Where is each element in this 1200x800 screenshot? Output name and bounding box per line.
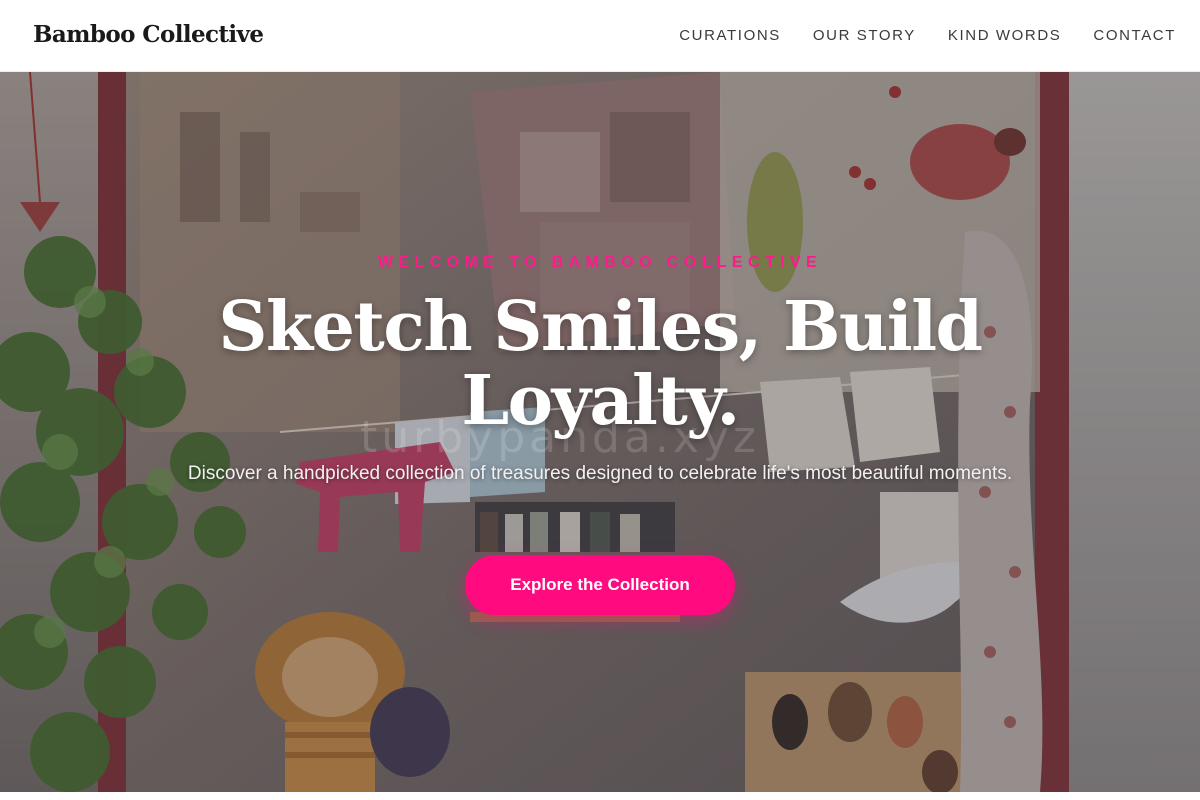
hero-eyebrow: WELCOME TO BAMBOO COLLECTIVE (377, 254, 823, 271)
main-nav: CURATIONS OUR STORY KIND WORDS CONTACT (679, 26, 1176, 46)
hero-subheading: Discover a handpicked collection of trea… (187, 463, 1013, 484)
hero-headline: Sketch Smiles, Build Loyalty. (218, 287, 983, 441)
nav-link-contact[interactable]: CONTACT (1093, 26, 1176, 46)
nav-link-our-story[interactable]: OUR STORY (813, 26, 916, 46)
explore-collection-button[interactable]: Explore the Collection (465, 555, 735, 615)
brand-logo[interactable]: Bamboo Collective (33, 21, 264, 48)
hero-content: WELCOME TO BAMBOO COLLECTIVE Sketch Smil… (0, 72, 1200, 792)
site-header: Bamboo Collective CURATIONS OUR STORY KI… (0, 0, 1200, 72)
page-bottom-strip (0, 792, 1200, 800)
hero-section: turbypanda.xyz WELCOME TO BAMBOO COLLECT… (0, 72, 1200, 792)
nav-link-kind-words[interactable]: KIND WORDS (948, 26, 1062, 46)
nav-link-curations[interactable]: CURATIONS (679, 26, 781, 46)
